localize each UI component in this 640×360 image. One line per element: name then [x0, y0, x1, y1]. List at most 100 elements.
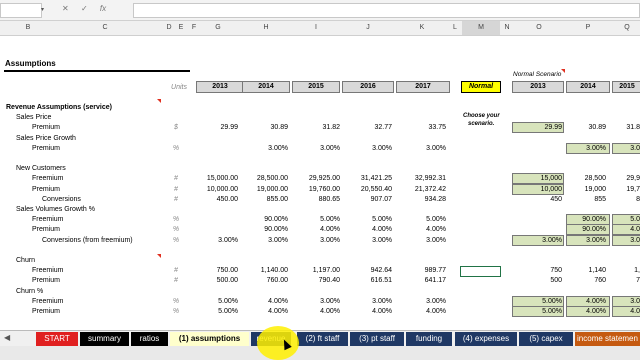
- year-header[interactable]: 2016: [342, 81, 394, 93]
- year-header[interactable]: 2017: [396, 81, 450, 93]
- scenario-value-cell[interactable]: 7: [596, 276, 640, 285]
- value-cell[interactable]: 5.00%: [342, 215, 392, 224]
- value-cell[interactable]: 15,000.00: [188, 174, 238, 183]
- value-cell[interactable]: 4.00%: [342, 307, 392, 316]
- value-cell[interactable]: 5.00%: [290, 215, 340, 224]
- column-header-e[interactable]: E: [176, 24, 186, 31]
- value-cell[interactable]: 20,550.40: [342, 185, 392, 194]
- value-cell[interactable]: 5.00%: [188, 297, 238, 306]
- value-cell[interactable]: 3.00%: [342, 144, 392, 153]
- value-cell[interactable]: 3.00%: [238, 144, 288, 153]
- value-cell[interactable]: 989.77: [396, 266, 446, 275]
- value-cell[interactable]: 19,000.00: [238, 185, 288, 194]
- value-cell[interactable]: 10,000.00: [188, 185, 238, 194]
- sheet-tab-4-expenses[interactable]: (4) expenses: [455, 332, 517, 346]
- scenario-value-cell[interactable]: 31.8: [596, 123, 640, 132]
- value-cell[interactable]: 3.00%: [396, 144, 446, 153]
- value-cell[interactable]: 500.00: [188, 276, 238, 285]
- value-cell[interactable]: 90.00%: [238, 215, 288, 224]
- value-cell[interactable]: 3.00%: [290, 144, 340, 153]
- scenario-value-cell[interactable]: 500: [518, 276, 562, 285]
- sheet-tab-summary[interactable]: summary: [80, 332, 129, 346]
- scenario-value-cell[interactable]: 4.0: [596, 225, 640, 234]
- scenario-value-cell[interactable]: 10,000: [518, 185, 562, 194]
- scenario-value-cell[interactable]: 15,000: [518, 174, 562, 183]
- value-cell[interactable]: 4.00%: [342, 225, 392, 234]
- scenario-value-cell[interactable]: 5.00%: [518, 307, 562, 316]
- scenario-value-cell[interactable]: 450: [518, 195, 562, 204]
- value-cell[interactable]: 5.00%: [396, 215, 446, 224]
- value-cell[interactable]: 28,500.00: [238, 174, 288, 183]
- value-cell[interactable]: 4.00%: [290, 307, 340, 316]
- value-cell[interactable]: 4.00%: [238, 307, 288, 316]
- value-cell[interactable]: 4.00%: [290, 225, 340, 234]
- value-cell[interactable]: 880.65: [290, 195, 340, 204]
- value-cell[interactable]: 942.64: [342, 266, 392, 275]
- active-cell[interactable]: [460, 266, 501, 277]
- column-header-o[interactable]: O: [514, 24, 564, 31]
- value-cell[interactable]: 29.99: [188, 123, 238, 132]
- sheet-tab-3-pt-staff[interactable]: (3) pt staff: [350, 332, 404, 346]
- value-cell[interactable]: 90.00%: [238, 225, 288, 234]
- column-header-i[interactable]: I: [292, 24, 340, 31]
- column-header-g[interactable]: G: [196, 24, 240, 31]
- sheet-tab-start[interactable]: START: [36, 332, 78, 346]
- value-cell[interactable]: 33.75: [396, 123, 446, 132]
- value-cell[interactable]: 29,925.00: [290, 174, 340, 183]
- scenario-value-cell[interactable]: 3.0: [596, 297, 640, 306]
- column-header-m[interactable]: M: [462, 21, 500, 35]
- sheet-tab-income-statemen[interactable]: income statemen: [575, 332, 640, 346]
- scenario-value-cell[interactable]: 3.00%: [518, 236, 562, 245]
- name-box-dropdown-icon[interactable]: ▾: [41, 6, 44, 13]
- enter-icon[interactable]: ✓: [81, 4, 88, 13]
- value-cell[interactable]: 450.00: [188, 195, 238, 204]
- value-cell[interactable]: 855.00: [238, 195, 288, 204]
- scenario-value-cell[interactable]: 750: [518, 266, 562, 275]
- value-cell[interactable]: 30.89: [238, 123, 288, 132]
- value-cell[interactable]: 3.00%: [188, 236, 238, 245]
- year-header[interactable]: 2015: [292, 81, 340, 93]
- value-cell[interactable]: 3.00%: [238, 236, 288, 245]
- scenario-value-cell[interactable]: 29,9: [596, 174, 640, 183]
- value-cell[interactable]: 19,760.00: [290, 185, 340, 194]
- year-header[interactable]: 2013: [196, 81, 244, 93]
- value-cell[interactable]: 3.00%: [396, 297, 446, 306]
- value-cell[interactable]: 32.77: [342, 123, 392, 132]
- sheet-tab-funding[interactable]: funding: [406, 332, 452, 346]
- value-cell[interactable]: 641.17: [396, 276, 446, 285]
- value-cell[interactable]: 4.00%: [396, 225, 446, 234]
- year-header[interactable]: 2015: [612, 81, 640, 93]
- value-cell[interactable]: 907.07: [342, 195, 392, 204]
- worksheet-grid[interactable]: Assumptions Units Normal Scenario Normal…: [0, 36, 640, 330]
- column-header-c[interactable]: C: [30, 24, 180, 31]
- value-cell[interactable]: 1,140.00: [238, 266, 288, 275]
- column-header-h[interactable]: H: [242, 24, 290, 31]
- value-cell[interactable]: 760.00: [238, 276, 288, 285]
- value-cell[interactable]: 3.00%: [342, 236, 392, 245]
- sheet-tab-2-ft-staff[interactable]: (2) ft staff: [297, 332, 348, 346]
- scenario-selector[interactable]: Normal: [461, 81, 501, 93]
- cancel-icon[interactable]: ✕: [62, 4, 69, 13]
- column-header-k[interactable]: K: [396, 24, 448, 31]
- value-cell[interactable]: 31,421.25: [342, 174, 392, 183]
- value-cell[interactable]: 1,197.00: [290, 266, 340, 275]
- name-box[interactable]: [0, 3, 42, 18]
- scroll-left-icon[interactable]: ◀: [4, 333, 10, 342]
- value-cell[interactable]: 21,372.42: [396, 185, 446, 194]
- year-header[interactable]: 2014: [242, 81, 290, 93]
- value-cell[interactable]: 4.00%: [238, 297, 288, 306]
- formula-input[interactable]: [133, 3, 640, 18]
- value-cell[interactable]: 31.82: [290, 123, 340, 132]
- column-header-l[interactable]: L: [450, 24, 460, 31]
- scenario-value-cell[interactable]: 3.0: [596, 236, 640, 245]
- sheet-tab-ratios[interactable]: ratios: [131, 332, 168, 346]
- value-cell[interactable]: 934.28: [396, 195, 446, 204]
- value-cell[interactable]: 32,992.31: [396, 174, 446, 183]
- scenario-value-cell[interactable]: 5.00%: [518, 297, 562, 306]
- value-cell[interactable]: 3.00%: [396, 236, 446, 245]
- value-cell[interactable]: 790.40: [290, 276, 340, 285]
- scenario-value-cell[interactable]: 5.0: [596, 215, 640, 224]
- value-cell[interactable]: 5.00%: [188, 307, 238, 316]
- scenario-value-cell[interactable]: 4.0: [596, 307, 640, 316]
- value-cell[interactable]: 750.00: [188, 266, 238, 275]
